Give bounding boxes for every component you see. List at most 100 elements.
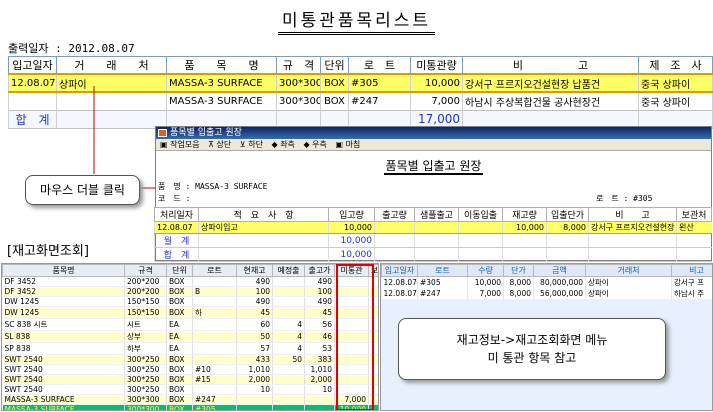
stock-cell: 490 — [304, 276, 335, 287]
stock-cell: DW 1245 — [2, 306, 125, 319]
stock-row[interactable]: SWT 2540 300*250 BOX #15 2,000 2,000 — [2, 374, 378, 385]
stock-cell — [272, 276, 305, 287]
stock-cell: 490 — [304, 296, 335, 307]
detail-column-header[interactable]: 입고일자 — [381, 264, 418, 277]
detail-column-header[interactable]: 비고 — [671, 264, 712, 277]
grand-total-value: 10,000 — [328, 247, 375, 262]
stock-grid: 품목명규격단위로트현재고예정출출고가미통관보' DF 3452200*200BOX… — [2, 264, 378, 410]
stock-cell: BOX — [166, 364, 193, 375]
stock-cell: BOX — [166, 286, 193, 297]
detail-cell: 상파이 — [585, 276, 672, 288]
stock-row[interactable]: DF 3452 200*200 BOX B 100 100 — [2, 286, 378, 297]
stock-cell: 60 — [236, 318, 273, 331]
ledger-column-header: 보관처 — [676, 207, 712, 222]
window-app-icon — [158, 129, 167, 137]
toolbar-left-button[interactable]: ◆ 좌측 — [271, 140, 294, 149]
toolbar-tasks-button[interactable]: ▣ 작업모음 — [160, 140, 200, 149]
stock-cell: 53 — [304, 342, 335, 355]
stock-column-header[interactable]: 규격 — [124, 264, 167, 277]
stock-cell — [368, 330, 378, 343]
detail-cell: 8,000 — [503, 276, 534, 288]
detail-column-header[interactable]: 수량 — [467, 264, 504, 277]
stock-cell — [192, 354, 237, 365]
ledger-column-header: 비 고 — [588, 207, 677, 222]
stock-cell: #305 — [192, 404, 237, 410]
detail-column-header[interactable]: 단가 — [503, 264, 534, 277]
stock-column-header[interactable]: 현재고 — [236, 264, 273, 277]
stock-column-header[interactable]: 로트 — [192, 264, 237, 277]
stock-row[interactable]: SL 838 상부 EA 50 4 46 — [2, 330, 378, 343]
stock-row[interactable]: SP 838 하부 EA 57 4 53 — [2, 342, 378, 355]
stock-cell — [272, 374, 305, 385]
stock-cell: BOX — [166, 276, 193, 287]
stock-row[interactable]: SC 838 시트 시트 EA 60 4 56 — [2, 318, 378, 331]
stock-cell: 10 — [236, 384, 273, 395]
stock-row[interactable]: SWT 2540 300*250 BOX #10 1,010 1,010 — [2, 364, 378, 375]
stock-cell — [236, 404, 273, 410]
detail-column-header[interactable]: 금액 — [533, 264, 586, 277]
stock-cell — [334, 364, 369, 375]
stock-cell: 4 — [272, 318, 305, 331]
stock-column-header[interactable]: 예정출 — [272, 264, 305, 277]
ledger-column-header: 적 요 사 항 — [198, 207, 329, 222]
stock-cell — [192, 318, 237, 331]
stock-cell — [272, 306, 305, 319]
window-toolbar: ▣ 작업모음 ⊼ 상단 ⊻ 하단 ◆ 좌측 ◆ 우측 ▣ 마침 — [156, 139, 711, 151]
stock-cell — [192, 342, 237, 355]
stock-cell — [368, 286, 378, 297]
stock-cell: 2,000 — [304, 374, 335, 385]
detail-row[interactable]: 12.08.07 #247 7,000 8,000 56,000,000 상파이 하남시 주 — [381, 288, 712, 299]
stock-column-header[interactable]: 품목명 — [2, 264, 125, 277]
stock-cell: BOX — [166, 394, 193, 405]
stock-column-header[interactable]: 단위 — [166, 264, 193, 277]
stock-cell — [272, 404, 305, 410]
stock-row[interactable]: DW 1245 150*150 BOX 490 490 — [2, 296, 378, 307]
toolbar-top-button[interactable]: ⊼ 상단 — [208, 140, 231, 149]
stock-row[interactable]: DF 3452 200*200 BOX 490 490 — [2, 276, 378, 287]
stock-column-header[interactable]: 출고가 — [304, 264, 335, 277]
item-ledger-window[interactable]: 품목별 입출고 원장 ▣ 작업모음 ⊼ 상단 ⊻ 하단 ◆ 좌측 ◆ 우측 ▣ … — [154, 126, 712, 262]
stock-cell — [192, 276, 237, 287]
stock-cell: EA — [166, 318, 193, 331]
ledger-cell: 10,000 — [328, 221, 375, 234]
toolbar-right-button[interactable]: ◆ 우측 — [303, 140, 326, 149]
stock-row[interactable]: SWT 2540 300*250 BOX 433 50 383 — [2, 354, 378, 365]
stock-cell: BOX — [166, 296, 193, 307]
stock-cell: #247 — [192, 394, 237, 405]
stock-cell: 1,010 — [236, 364, 273, 375]
window-titlebar[interactable]: 품목별 입출고 원장 — [156, 127, 711, 139]
stock-cell: 하 — [192, 306, 237, 319]
stock-cell — [368, 364, 378, 375]
stock-cell — [192, 384, 237, 395]
stock-cell — [368, 276, 378, 287]
stock-cell: 300*250 — [124, 364, 167, 375]
toolbar-bottom-button[interactable]: ⊻ 하단 — [240, 140, 263, 149]
stock-cell: BOX — [166, 384, 193, 395]
stock-cell: B — [192, 286, 237, 297]
stock-column-header[interactable]: 보' — [368, 264, 378, 277]
stock-row[interactable]: SWT 2540 300*250 BOX 10 10 — [2, 384, 378, 395]
ledger-column-header: 출고량 — [374, 207, 415, 222]
toolbar-close-button[interactable]: ▣ 마침 — [335, 140, 360, 149]
stock-column-header[interactable]: 미통관 — [334, 264, 369, 277]
stock-cell — [272, 286, 305, 297]
stock-cell — [272, 384, 305, 395]
detail-row[interactable]: 12.08.07 #305 10,000 8,000 80,000,000 상파이 강서구 … — [381, 276, 712, 288]
ledger-column-header: 샘플출고 — [414, 207, 459, 222]
stock-cell — [368, 306, 378, 319]
stock-grid-panel: 품목명규격단위로트현재고예정출출고가미통관보' DF 3452200*200BOX… — [1, 263, 379, 411]
stock-cell — [368, 318, 378, 331]
item-name-label: 품 명 : MASSA-3 SURFACE — [158, 182, 268, 191]
stock-cell — [272, 394, 305, 405]
ledger-column-header: 이동입출 — [458, 207, 503, 222]
stock-cell: 7,000 — [334, 394, 369, 405]
ledger-row[interactable]: 12.08.07 상파이입고 10,000 10,000 8,000 강서구 프르지오건설… — [154, 221, 712, 234]
stock-cell: 490 — [236, 296, 273, 307]
stock-row[interactable]: MASSA-3 SURFACE 300*300 BOX #305 10,000 — [2, 404, 378, 410]
stock-row[interactable]: MASSA-3 SURFACE 300*300 BOX #247 7,000 — [2, 394, 378, 405]
stock-cell: #10 — [192, 364, 237, 375]
stock-row[interactable]: DW 1245 150*150 BOX 하 45 45 — [2, 306, 378, 319]
detail-column-header[interactable]: 로트 — [417, 264, 468, 277]
stock-cell — [334, 306, 369, 319]
detail-column-header[interactable]: 거래처 — [585, 264, 672, 277]
